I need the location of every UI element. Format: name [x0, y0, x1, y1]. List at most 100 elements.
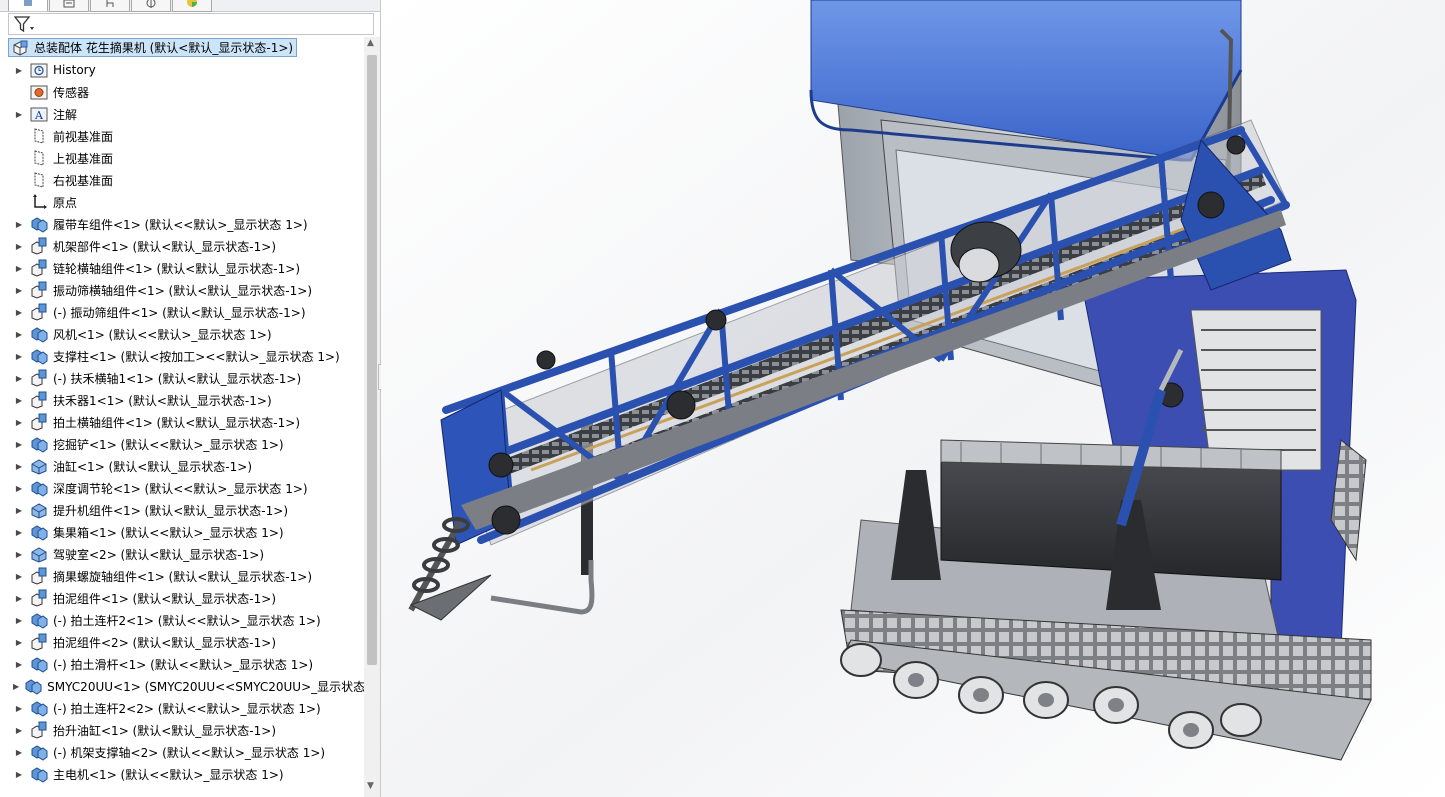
subassembly-icon — [30, 765, 48, 783]
plane-icon — [30, 149, 48, 167]
expand-arrow-icon[interactable]: ▶ — [13, 462, 25, 471]
tree-item-label: 前视基准面 — [53, 129, 114, 144]
expand-arrow-icon[interactable]: ▶ — [13, 484, 25, 493]
tree-item[interactable]: ▶上视基准面 — [0, 147, 364, 169]
tree-item-label: 抬升油缸<1> (默认<默认_显示状态-1>) — [53, 723, 276, 738]
tree-item[interactable]: ▶ 拍土横轴组件<1> (默认<默认_显示状态-1>) — [0, 411, 364, 433]
expand-arrow-icon[interactable]: ▶ — [13, 528, 25, 537]
expand-arrow-icon[interactable]: ▶ — [13, 66, 25, 75]
tree-item[interactable]: ▶ (-) 振动筛组件<1> (默认<默认_显示状态-1>) — [0, 301, 364, 323]
scroll-down-icon[interactable]: ▼ — [367, 781, 374, 791]
tab-display-manager[interactable] — [172, 0, 212, 12]
expand-arrow-icon[interactable]: ▶ — [13, 330, 25, 339]
tree-item[interactable]: ▶ 挖掘铲<1> (默认<<默认>_显示状态 1>) — [0, 433, 364, 455]
tree-item[interactable]: ▶ 风机<1> (默认<<默认>_显示状态 1>) — [0, 323, 364, 345]
expand-arrow-icon[interactable]: ▶ — [13, 506, 25, 515]
expand-arrow-icon[interactable]: ▶ — [13, 616, 25, 625]
part-icon — [30, 369, 48, 387]
tree-item[interactable]: ▶ 深度调节轮<1> (默认<<默认>_显示状态 1>) — [0, 477, 364, 499]
tree-item-label: 拍泥组件<1> (默认<默认_显示状态-1>) — [53, 591, 276, 606]
tree-item-label: (-) 机架支撑轴<2> (默认<<默认>_显示状态 1>) — [53, 745, 326, 760]
tree-item[interactable]: ▶ (-) 机架支撑轴<2> (默认<<默认>_显示状态 1>) — [0, 741, 364, 763]
expand-arrow-icon[interactable]: ▶ — [13, 110, 25, 119]
subassembly-icon — [30, 611, 48, 629]
tree-item[interactable]: ▶ (-) 拍土滑杆<1> (默认<<默认>_显示状态 1>) — [0, 653, 364, 675]
tree-item-label: 拍泥组件<2> (默认<默认_显示状态-1>) — [53, 635, 276, 650]
tree-item[interactable]: ▶ (-) 扶禾横轴1<1> (默认<默认_显示状态-1>) — [0, 367, 364, 389]
expand-arrow-icon[interactable]: ▶ — [13, 682, 19, 691]
expand-arrow-icon[interactable]: ▶ — [13, 726, 25, 735]
tree-scrollbar[interactable]: ▲ ▼ — [364, 37, 380, 797]
tree-root-label: 总装配体 花生摘果机 (默认<默认_显示状态-1>) — [34, 41, 294, 55]
expand-arrow-icon[interactable]: ▶ — [13, 770, 25, 779]
expand-arrow-icon[interactable]: ▶ — [13, 352, 25, 361]
tab-feature-manager[interactable] — [8, 0, 48, 11]
tree-item[interactable]: ▶ SMYC20UU<1> (SMYC20UU<<SMYC20UU>_显示状态 — [0, 675, 364, 697]
tree-item[interactable]: ▶ 履带车组件<1> (默认<<默认>_显示状态 1>) — [0, 213, 364, 235]
expand-arrow-icon[interactable]: ▶ — [13, 572, 25, 581]
scroll-thumb[interactable] — [367, 55, 377, 665]
top-assembly-icon — [13, 40, 28, 56]
expand-arrow-icon[interactable]: ▶ — [13, 308, 25, 317]
tree-item[interactable]: ▶右视基准面 — [0, 169, 364, 191]
tree-item-label: 上视基准面 — [53, 151, 114, 166]
plane-icon — [30, 171, 48, 189]
filter-icon[interactable] — [14, 16, 36, 33]
tree-item[interactable]: ▶ 摘果螺旋轴组件<1> (默认<默认_显示状态-1>) — [0, 565, 364, 587]
tree-item[interactable]: ▶ 油缸<1> (默认<默认_显示状态-1>) — [0, 455, 364, 477]
expand-arrow-icon[interactable]: ▶ — [13, 374, 25, 383]
sensor-icon — [30, 83, 48, 101]
tree-item-label: 深度调节轮<1> (默认<<默认>_显示状态 1>) — [53, 481, 308, 496]
part-icon — [30, 303, 48, 321]
expand-arrow-icon[interactable]: ▶ — [13, 638, 25, 647]
expand-arrow-icon[interactable]: ▶ — [13, 704, 25, 713]
tree-item[interactable]: ▶ 机架部件<1> (默认<默认_显示状态-1>) — [0, 235, 364, 257]
tree-item-label: 集果箱<1> (默认<<默认>_显示状态 1>) — [53, 525, 284, 540]
expand-arrow-icon[interactable]: ▶ — [13, 396, 25, 405]
tab-dimxpert[interactable] — [131, 0, 171, 12]
tab-configuration-manager[interactable] — [90, 0, 130, 12]
expand-arrow-icon[interactable]: ▶ — [13, 242, 25, 251]
tree-item[interactable]: ▶ (-) 拍土连杆2<1> (默认<<默认>_显示状态 1>) — [0, 609, 364, 631]
tree-item-label: 振动筛横轴组件<1> (默认<默认_显示状态-1>) — [53, 283, 312, 298]
tree-item-label: History — [53, 63, 96, 77]
tree-item[interactable]: ▶原点 — [0, 191, 364, 213]
expand-arrow-icon[interactable]: ▶ — [13, 286, 25, 295]
subassembly-icon — [30, 655, 48, 673]
model-view-svg — [381, 0, 1445, 797]
expand-arrow-icon[interactable]: ▶ — [13, 264, 25, 273]
tree-item[interactable]: ▶ 抬升油缸<1> (默认<默认_显示状态-1>) — [0, 719, 364, 741]
scroll-up-icon[interactable]: ▲ — [367, 38, 374, 48]
expand-arrow-icon[interactable]: ▶ — [13, 594, 25, 603]
tab-property-manager[interactable] — [49, 0, 89, 12]
tree-item[interactable]: ▶ 拍泥组件<2> (默认<默认_显示状态-1>) — [0, 631, 364, 653]
expand-arrow-icon[interactable]: ▶ — [13, 440, 25, 449]
tree-root-assembly[interactable]: 总装配体 花生摘果机 (默认<默认_显示状态-1>) — [8, 38, 298, 57]
tree-filter-bar[interactable] — [8, 13, 374, 35]
tree-item-label: 拍土横轴组件<1> (默认<默认_显示状态-1>) — [53, 415, 300, 430]
tree-item[interactable]: ▶ 振动筛横轴组件<1> (默认<默认_显示状态-1>) — [0, 279, 364, 301]
tree-item[interactable]: ▶ 支撑柱<1> (默认<按加工><<默认>_显示状态 1>) — [0, 345, 364, 367]
expand-arrow-icon[interactable]: ▶ — [13, 220, 25, 229]
tree-item[interactable]: ▶ 提升机组件<1> (默认<默认_显示状态-1>) — [0, 499, 364, 521]
graphics-viewport[interactable] — [381, 0, 1445, 797]
part-icon — [30, 391, 48, 409]
tree-item[interactable]: ▶ 集果箱<1> (默认<<默认>_显示状态 1>) — [0, 521, 364, 543]
tree-item[interactable]: ▶ History — [0, 59, 364, 81]
expand-arrow-icon[interactable]: ▶ — [13, 418, 25, 427]
part-icon — [30, 721, 48, 739]
tree-item[interactable]: ▶传感器 — [0, 81, 364, 103]
tree-item[interactable]: ▶ (-) 拍土连杆2<2> (默认<<默认>_显示状态 1>) — [0, 697, 364, 719]
expand-arrow-icon[interactable]: ▶ — [13, 550, 25, 559]
subassembly-icon — [30, 479, 48, 497]
tree-item[interactable]: ▶ 链轮横轴组件<1> (默认<默认_显示状态-1>) — [0, 257, 364, 279]
tree-item[interactable]: ▶ 驾驶室<2> (默认<默认_显示状态-1>) — [0, 543, 364, 565]
expand-arrow-icon[interactable]: ▶ — [13, 748, 25, 757]
tree-item[interactable]: ▶ A 注解 — [0, 103, 364, 125]
expand-arrow-icon[interactable]: ▶ — [13, 660, 25, 669]
assembly-icon — [30, 457, 48, 475]
tree-item[interactable]: ▶ 拍泥组件<1> (默认<默认_显示状态-1>) — [0, 587, 364, 609]
tree-item[interactable]: ▶ 主电机<1> (默认<<默认>_显示状态 1>) — [0, 763, 364, 785]
tree-item[interactable]: ▶前视基准面 — [0, 125, 364, 147]
tree-item[interactable]: ▶ 扶禾器1<1> (默认<默认_显示状态-1>) — [0, 389, 364, 411]
